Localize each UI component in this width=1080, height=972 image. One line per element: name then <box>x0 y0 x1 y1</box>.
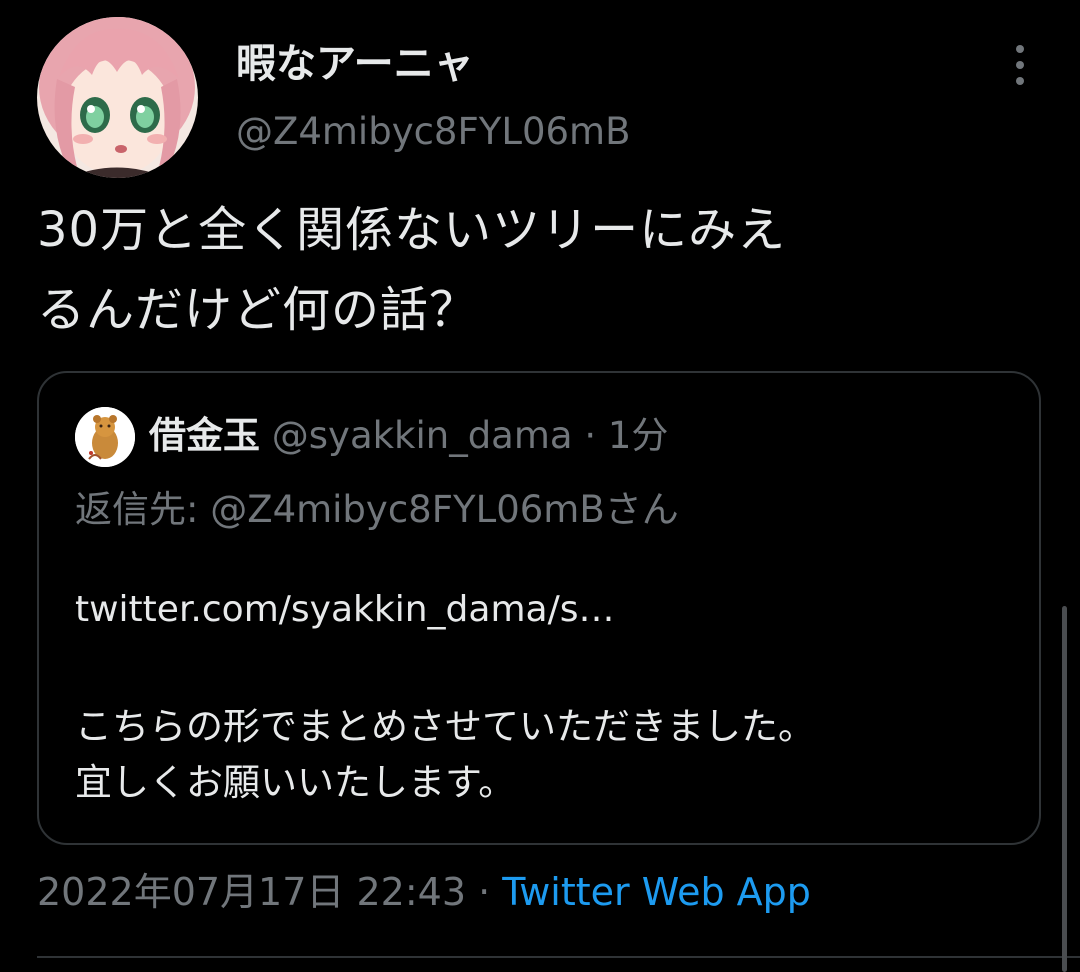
quoted-tweet-line: 宜しくお願いいたします。 <box>75 761 516 804</box>
tweet-text: 30万と全く関係ないツリーにみえ るんだけど何の話？ <box>37 190 1057 350</box>
quoted-tweet-header: 借金玉 @syakkin_dama · 1分 <box>149 411 668 461</box>
tweet-metadata: 2022年07月17日 22:43 · Twitter Web App <box>37 866 811 918</box>
more-vertical-icon <box>1016 61 1024 69</box>
author-handle[interactable]: @Z4mibyc8FYL06mB <box>236 107 630 157</box>
quoted-author-avatar[interactable] <box>75 407 135 467</box>
more-vertical-icon <box>1016 45 1024 53</box>
author-display-name[interactable]: 暇なアーニャ <box>236 38 474 90</box>
quoted-author-handle[interactable]: @syakkin_dama <box>272 414 573 457</box>
author-avatar[interactable] <box>37 17 198 178</box>
tweet-text-line: るんだけど何の話？ <box>37 282 479 338</box>
more-options-button[interactable] <box>1000 40 1040 90</box>
tweet-text-line: 30万と全く関係ないツリーにみえ <box>37 202 787 258</box>
meta-separator: · <box>478 870 491 914</box>
more-vertical-icon <box>1016 77 1024 85</box>
tweet-timestamp[interactable]: 2022年07月17日 22:43 <box>37 870 466 914</box>
scrollbar[interactable] <box>1062 606 1067 972</box>
header-separator: · <box>584 414 597 457</box>
quoted-author-name[interactable]: 借金玉 <box>149 414 260 457</box>
quoted-tweet-time: 1分 <box>607 414 669 457</box>
tweet-source-link[interactable]: Twitter Web App <box>502 870 811 914</box>
quoted-tweet-line: こちらの形でまとめさせていただきました。 <box>75 705 815 748</box>
quoted-tweet-body: こちらの形でまとめさせていただきました。 宜しくお願いいたします。 <box>75 699 815 811</box>
quoted-tweet-card[interactable]: 借金玉 @syakkin_dama · 1分 返信先: @Z4mibyc8FYL… <box>37 371 1041 845</box>
bear-figure-avatar-image <box>75 407 135 467</box>
quoted-tweet-link[interactable]: twitter.com/syakkin_dama/s… <box>75 585 614 635</box>
anime-girl-avatar-image <box>37 17 198 178</box>
divider <box>37 956 1080 958</box>
reply-to-line: 返信先: @Z4mibyc8FYL06mBさん <box>75 488 679 531</box>
